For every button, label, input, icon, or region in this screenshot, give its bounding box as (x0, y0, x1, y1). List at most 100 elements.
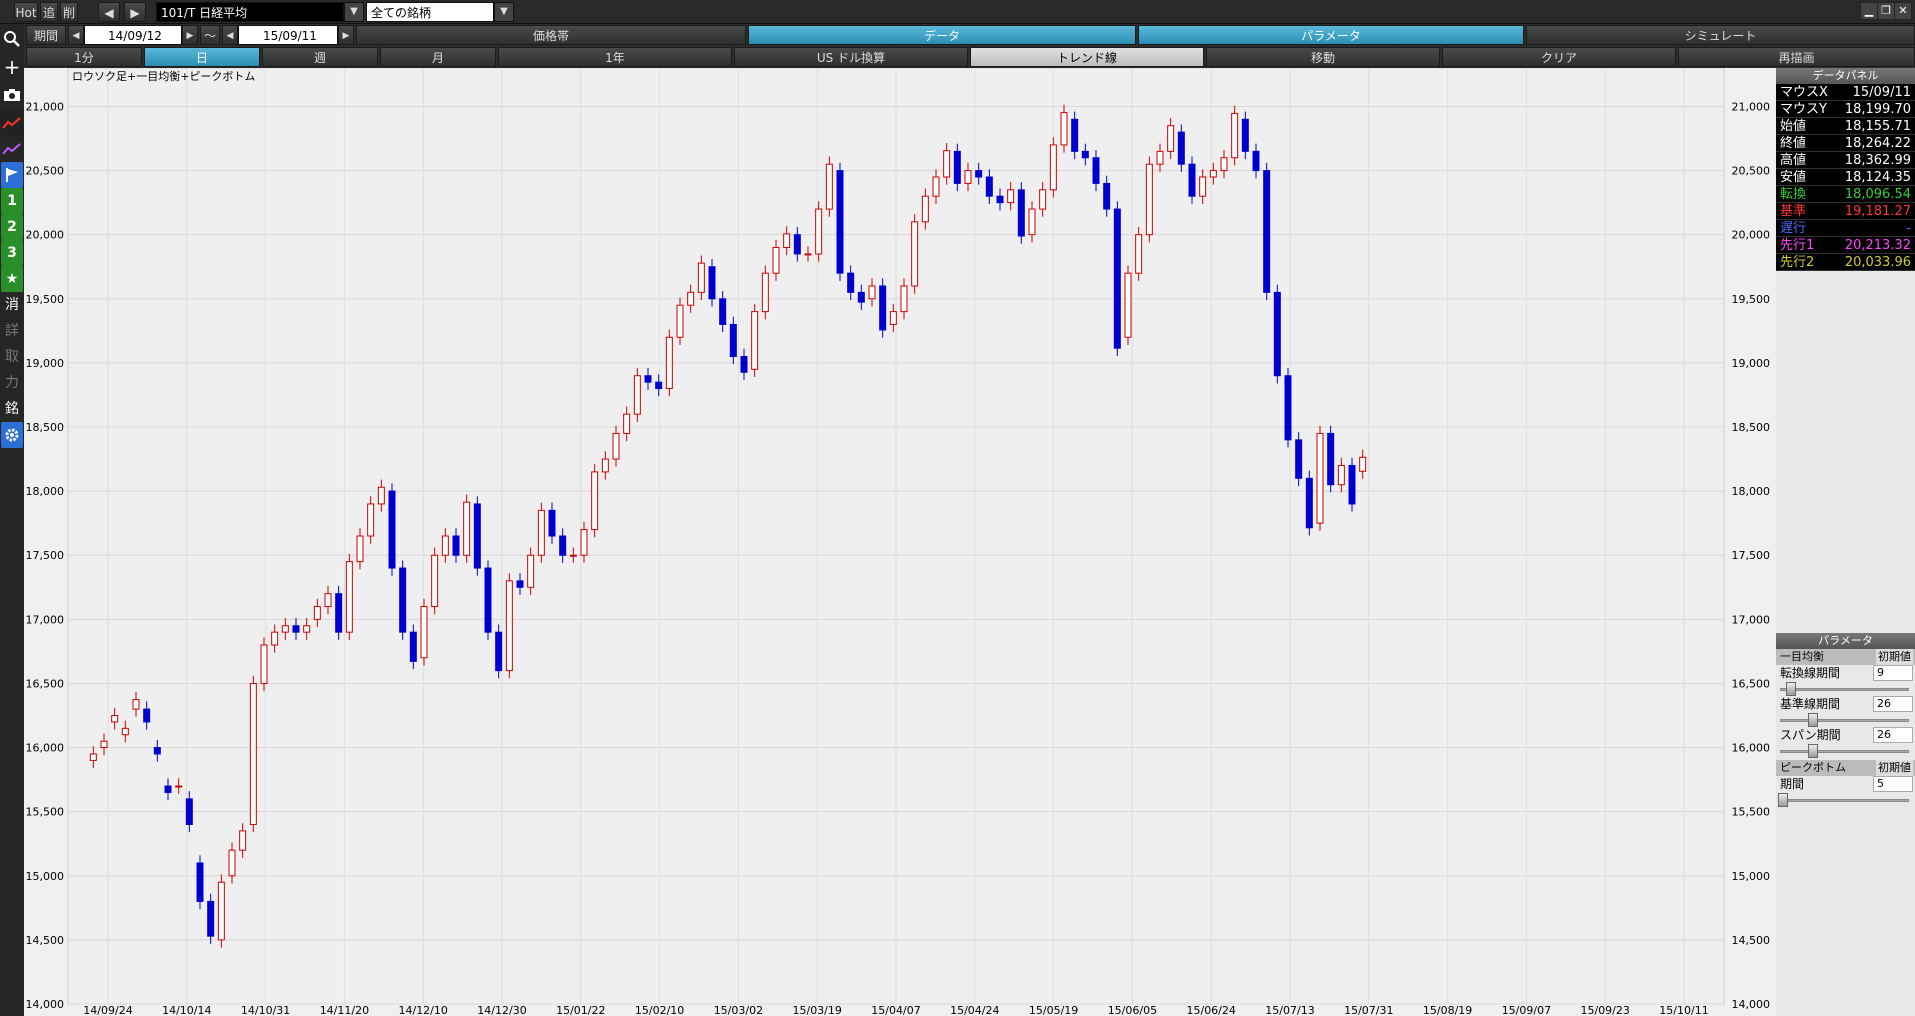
tf-month-button[interactable]: 月 (380, 47, 496, 67)
tf-1min-button[interactable]: 1分 (26, 47, 142, 67)
add-button[interactable]: 追 (40, 2, 58, 22)
universe-dropdown-icon[interactable]: ▼ (494, 2, 514, 22)
symbol-dropdown-icon[interactable]: ▼ (344, 2, 364, 22)
close-button[interactable]: ✕ (1894, 2, 1912, 20)
tf-week-button[interactable]: 週 (262, 47, 378, 67)
gear-icon[interactable] (1, 422, 23, 448)
detail-button[interactable]: 詳 (1, 318, 23, 344)
data-row: 終値 18,264.22 (1776, 135, 1915, 152)
stock-button[interactable]: 銘 (1, 396, 23, 422)
y-tick-right: 19,000 (1732, 357, 1771, 370)
candle-body (1284, 375, 1292, 441)
candle-body (1359, 456, 1367, 472)
tenkan-label: 転換線期間 (1780, 666, 1841, 680)
candle-body (1124, 272, 1132, 338)
candle-body (1167, 125, 1175, 152)
candle-body (729, 323, 737, 357)
camera-icon[interactable] (1, 82, 23, 108)
y-tick-right: 16,000 (1732, 742, 1771, 755)
move-button[interactable]: 移動 (1206, 47, 1440, 67)
y-tick-right: 14,000 (1732, 998, 1771, 1011)
kijun-slider[interactable] (1776, 713, 1915, 727)
preset-1-button[interactable]: 1 (1, 188, 23, 214)
prev-arrow-icon[interactable]: ◀ (98, 2, 120, 22)
flag-icon[interactable] (1, 162, 23, 188)
delete-button[interactable]: 削 (60, 2, 78, 22)
span-slider[interactable] (1776, 744, 1915, 758)
left-tool-strip: + 1 2 3 ★ 消 詳 取 力 銘 (0, 24, 24, 1016)
candle-body (1092, 157, 1100, 184)
candle-body (1017, 189, 1025, 237)
data-panel-title: データパネル (1776, 68, 1915, 84)
candlestick-chart[interactable]: 21,000 21,000 20,500 20,500 20,000 20,000 19,5… (24, 68, 1776, 1016)
x-tick-label: 15/03/19 (792, 1004, 841, 1016)
data-row-value: 18,124.35 (1844, 170, 1911, 185)
peak-period-label: 期間 (1780, 777, 1805, 791)
data-row: 転換 18,096.54 (1776, 186, 1915, 203)
symbol-field[interactable]: 101/T 日経平均 (156, 2, 344, 22)
erase-button[interactable]: 消 (1, 292, 23, 318)
y-tick-right: 17,500 (1732, 549, 1771, 562)
candle-body (751, 311, 759, 370)
price-band-button[interactable]: 価格帯 (356, 25, 746, 45)
to-prev-icon[interactable]: ◀ (222, 25, 238, 45)
y-tick-left: 15,000 (26, 870, 65, 883)
star-icon[interactable]: ★ (1, 266, 23, 292)
data-row-value: 18,362.99 (1844, 153, 1911, 168)
chart-red-icon[interactable] (1, 110, 23, 136)
ichimoku-init-button[interactable]: 初期値 (1876, 649, 1913, 665)
crosshair-icon[interactable]: + (1, 54, 23, 80)
candle-body (601, 458, 609, 473)
simulate-button[interactable]: シミュレート (1526, 25, 1915, 45)
candle-body (655, 381, 663, 390)
input-button[interactable]: 力 (1, 370, 23, 396)
usd-convert-button[interactable]: US ドル換算 (734, 47, 968, 67)
date-to-input[interactable]: 15/09/11 (238, 25, 338, 45)
to-next-icon[interactable]: ▶ (338, 25, 354, 45)
tenkan-input[interactable]: 9 (1873, 665, 1913, 681)
redraw-button[interactable]: 再描画 (1678, 47, 1915, 67)
clear-button[interactable]: クリア (1442, 47, 1676, 67)
from-prev-icon[interactable]: ◀ (68, 25, 84, 45)
next-arrow-icon[interactable]: ▶ (124, 2, 146, 22)
preset-2-button[interactable]: 2 (1, 214, 23, 240)
hot-button[interactable]: Hot (14, 2, 38, 22)
trade-button[interactable]: 取 (1, 344, 23, 370)
candle-body (441, 535, 449, 556)
candle-body (1071, 118, 1079, 152)
tab-parameter[interactable]: パラメータ (1138, 25, 1524, 45)
span-input[interactable]: 26 (1873, 727, 1913, 743)
candle-body (665, 336, 673, 390)
candle-body (1135, 234, 1143, 274)
peak-init-button[interactable]: 初期値 (1876, 760, 1913, 776)
date-from-input[interactable]: 14/09/12 (84, 25, 182, 45)
x-tick-label: 15/06/24 (1186, 1004, 1235, 1016)
peak-period-slider[interactable] (1776, 793, 1915, 807)
preset-3-button[interactable]: 3 (1, 240, 23, 266)
timeframe-toolbar: 1分 日 週 月 1年 US ドル換算 トレンド線 移動 クリア 再描画 (0, 46, 1915, 68)
candle-body (580, 529, 588, 556)
candle-body (1103, 182, 1111, 210)
tf-day-button[interactable]: 日 (144, 47, 260, 67)
trendline-button[interactable]: トレンド線 (970, 47, 1204, 67)
chart-purple-icon[interactable] (1, 136, 23, 162)
data-row-key: 安値 (1780, 170, 1807, 185)
chart-area[interactable]: 21,000 21,000 20,500 20,500 20,000 20,000 19,5… (24, 68, 1776, 1016)
candle-body (1327, 432, 1335, 486)
peak-period-input[interactable]: 5 (1873, 776, 1913, 792)
tab-data[interactable]: データ (748, 25, 1136, 45)
candle-body (431, 554, 439, 608)
restore-button[interactable]: ❐ (1877, 2, 1895, 20)
data-row-key: 先行2 (1780, 255, 1815, 270)
candle-body (313, 606, 321, 620)
universe-field[interactable]: 全ての銘柄 (366, 2, 494, 22)
data-row: 基準 19,181.27 (1776, 203, 1915, 220)
candle-body (623, 413, 631, 434)
data-row-key: マウスY (1780, 102, 1827, 117)
tenkan-slider[interactable] (1776, 682, 1915, 696)
from-next-icon[interactable]: ▶ (182, 25, 198, 45)
range-1year-button[interactable]: 1年 (498, 47, 732, 67)
minimize-button[interactable]: ▁ (1860, 2, 1878, 20)
search-icon[interactable] (1, 26, 23, 52)
kijun-input[interactable]: 26 (1873, 696, 1913, 712)
